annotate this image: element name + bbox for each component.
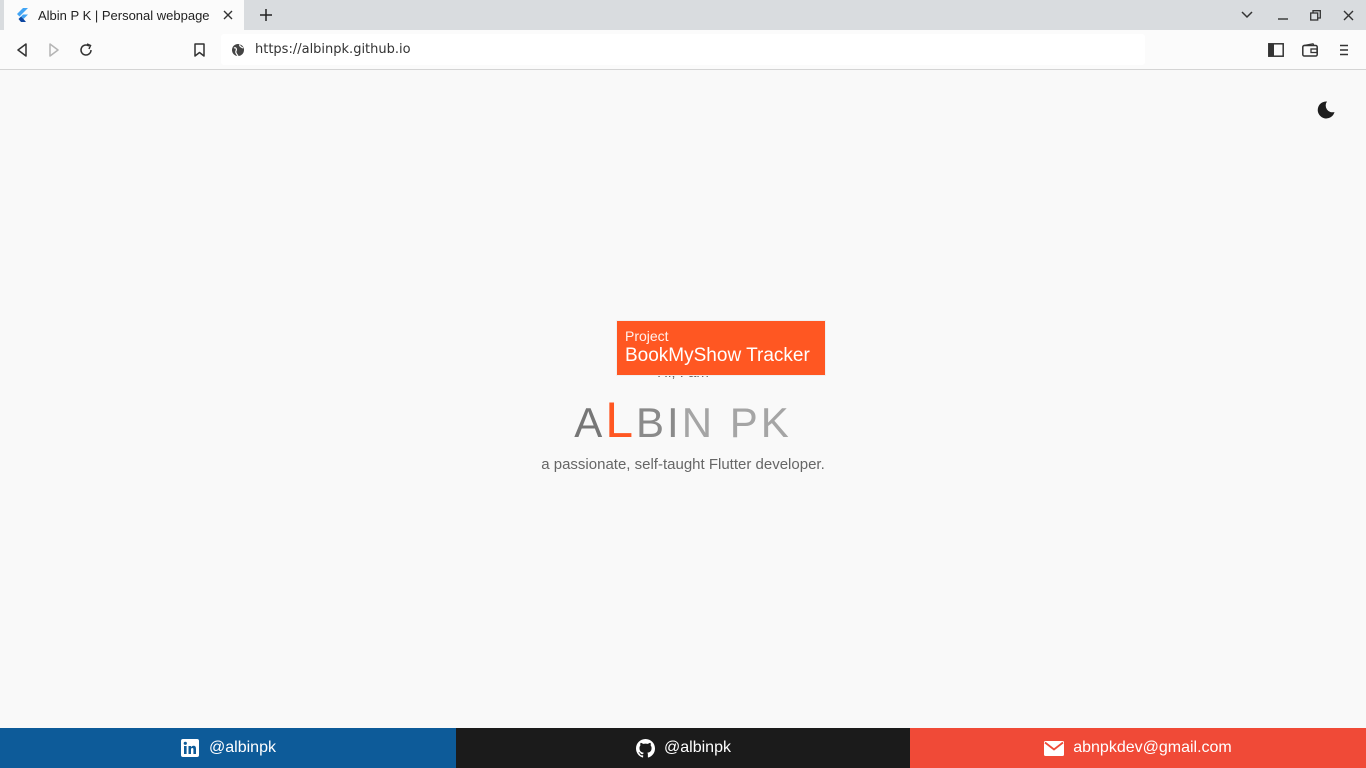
tab-bar: Albin P K | Personal webpage: [0, 0, 1366, 30]
github-handle: @albinpk: [664, 739, 731, 756]
wallet-icon[interactable]: [1299, 39, 1321, 61]
sidebar-toggle-icon[interactable]: [1265, 39, 1287, 61]
page-content: Hi, I am ALBIN PK a passionate, self-tau…: [0, 70, 1366, 728]
name-highlight-letter: L: [605, 392, 637, 448]
name-part-1: A: [574, 399, 606, 446]
menu-icon[interactable]: [1333, 39, 1355, 61]
tab-list-chevron-icon[interactable]: [1237, 5, 1257, 25]
forward-icon[interactable]: [43, 39, 65, 61]
linkedin-handle: @albinpk: [209, 739, 276, 756]
project-tooltip[interactable]: Project BookMyShow Tracker: [616, 320, 826, 376]
flutter-icon: [14, 7, 30, 23]
github-link[interactable]: @albinpk: [456, 728, 910, 768]
name-part-2: BI: [636, 399, 682, 446]
new-tab-icon[interactable]: [256, 5, 276, 25]
globe-icon: [231, 42, 247, 58]
browser-tab[interactable]: Albin P K | Personal webpage: [4, 0, 244, 30]
tagline: a passionate, self-taught Flutter develo…: [541, 456, 825, 473]
reload-icon[interactable]: [75, 39, 97, 61]
email-address: abnpkdev@gmail.com: [1073, 739, 1232, 756]
tooltip-kind: Project: [625, 328, 669, 344]
minimize-icon[interactable]: [1273, 5, 1293, 25]
close-window-icon[interactable]: [1338, 5, 1358, 25]
name-part-3: N PK: [681, 399, 792, 446]
browser-toolbar: https://albinpk.github.io: [0, 30, 1366, 70]
linkedin-link[interactable]: @albinpk: [0, 728, 456, 768]
tab-title: Albin P K | Personal webpage: [38, 7, 210, 23]
hero-name: ALBIN PK: [0, 392, 1366, 451]
moon-icon[interactable]: [1314, 98, 1338, 122]
bookmark-icon[interactable]: [188, 39, 210, 61]
close-tab-icon[interactable]: [220, 7, 236, 23]
tooltip-project-name: BookMyShow Tracker: [625, 345, 810, 366]
linkedin-icon: [180, 738, 200, 758]
github-icon: [635, 738, 655, 758]
social-footer: @albinpk @albinpk abnpkdev@gmail.com: [0, 728, 1366, 768]
back-icon[interactable]: [11, 39, 33, 61]
address-bar[interactable]: https://albinpk.github.io: [221, 34, 1145, 65]
email-link[interactable]: abnpkdev@gmail.com: [910, 728, 1366, 768]
restore-icon[interactable]: [1305, 5, 1325, 25]
url-text: https://albinpk.github.io: [255, 42, 411, 57]
mail-icon: [1044, 738, 1065, 758]
